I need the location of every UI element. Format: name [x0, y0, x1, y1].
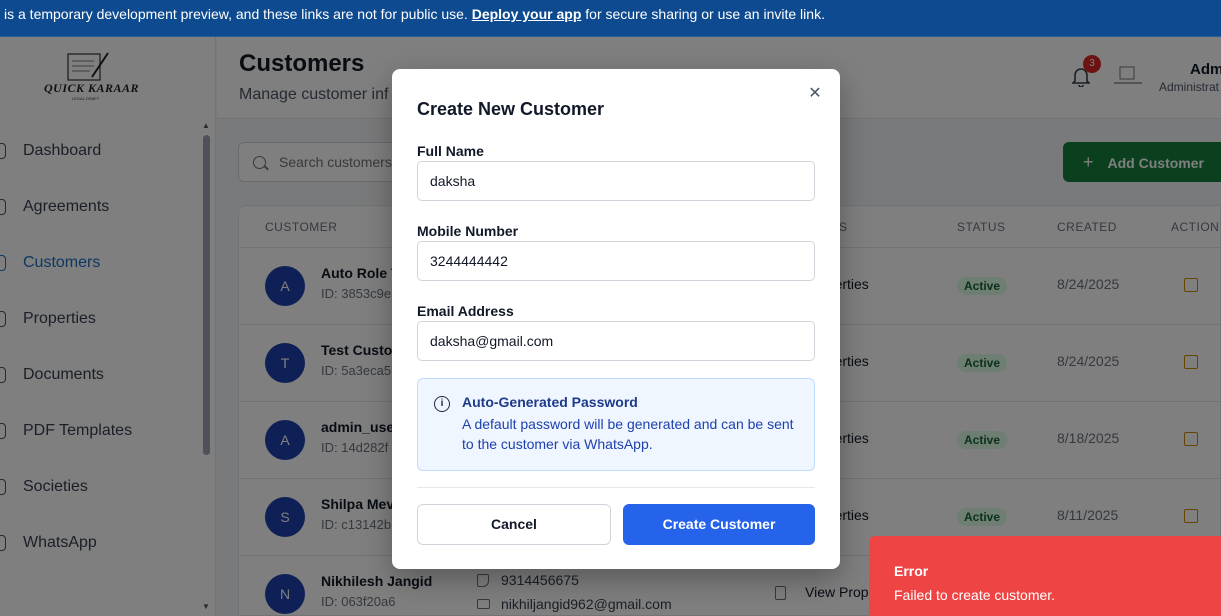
- dialog-title: Create New Customer: [417, 99, 605, 119]
- create-customer-button[interactable]: Create Customer: [623, 504, 815, 545]
- dev-preview-banner: is a temporary development preview, and …: [0, 0, 1221, 37]
- mobile-number-field: [417, 241, 815, 281]
- create-customer-dialog: Create New Customer ✕ Full Name Mobile N…: [392, 69, 840, 569]
- full-name-label: Full Name: [417, 143, 484, 159]
- email-address-label: Email Address: [417, 303, 514, 319]
- error-toast[interactable]: Error Failed to create customer.: [869, 536, 1221, 616]
- full-name-field: [417, 161, 815, 201]
- toast-title: Error: [894, 563, 929, 579]
- banner-text: is a temporary development preview, and …: [4, 6, 468, 22]
- toast-message: Failed to create customer.: [894, 587, 1056, 603]
- email-address-field: [417, 321, 815, 361]
- full-name-input[interactable]: [418, 162, 814, 200]
- info-text: A default password will be generated and…: [462, 416, 794, 452]
- cancel-button[interactable]: Cancel: [417, 504, 611, 545]
- info-icon: i: [434, 396, 450, 412]
- banner-text-after: for secure sharing or use an invite link…: [585, 6, 825, 22]
- mobile-number-input[interactable]: [418, 242, 814, 280]
- close-icon[interactable]: ✕: [807, 86, 823, 102]
- email-address-input[interactable]: [418, 322, 814, 360]
- deploy-app-link[interactable]: Deploy your app: [472, 6, 582, 22]
- password-info-box: i Auto-Generated Password A default pass…: [417, 378, 815, 471]
- divider: [417, 487, 815, 488]
- mobile-number-label: Mobile Number: [417, 223, 519, 239]
- info-title: Auto-Generated Password: [462, 394, 638, 410]
